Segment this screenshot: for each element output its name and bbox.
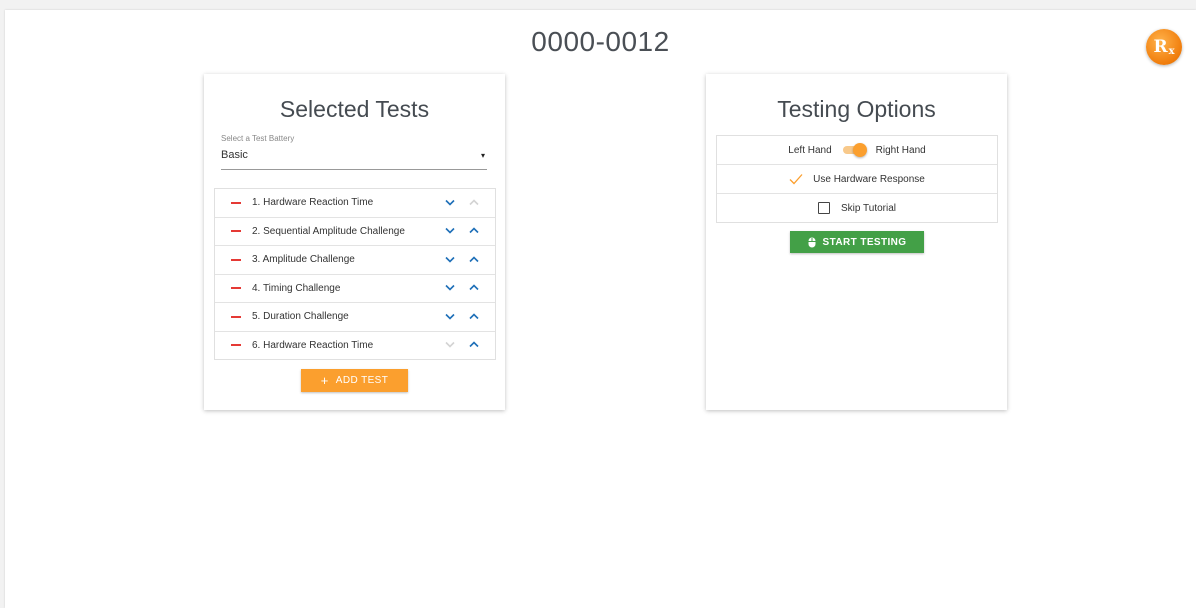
chevron-down-icon [445, 339, 455, 351]
remove-test-minus-icon[interactable] [231, 258, 241, 261]
plus-icon: + [320, 373, 329, 388]
remove-test-minus-icon[interactable] [231, 344, 241, 347]
test-label: 5. Duration Challenge [252, 311, 349, 323]
test-list: 1. Hardware Reaction Time 2. Sequential A… [214, 188, 496, 360]
chevron-up-icon[interactable] [469, 339, 479, 351]
battery-select-wrap: Select a Test Battery Basic ▾ [221, 134, 487, 170]
chevron-down-icon[interactable] [445, 253, 455, 265]
test-row: 1. Hardware Reaction Time [215, 189, 495, 218]
chevron-down-icon[interactable] [445, 310, 455, 322]
chevron-up-icon[interactable] [469, 253, 479, 265]
chevron-up-icon [469, 196, 479, 208]
rx-logo-text: R [1153, 37, 1168, 57]
test-row: 6. Hardware Reaction Time [215, 332, 495, 360]
start-testing-label: START TESTING [822, 236, 907, 248]
test-row: 3. Amplitude Challenge [215, 246, 495, 275]
battery-select-value: Basic [221, 149, 248, 161]
check-icon [789, 174, 803, 185]
test-label: 3. Amplitude Challenge [252, 254, 355, 266]
toggle-knob [852, 143, 867, 157]
test-label: 2. Sequential Amplitude Challenge [252, 225, 405, 237]
left-hand-label: Left Hand [788, 144, 832, 156]
test-label: 1. Hardware Reaction Time [252, 197, 374, 209]
mouse-icon [808, 237, 816, 247]
rx-logo[interactable]: Rx [1146, 29, 1182, 65]
testing-options-card: Testing Options Left Hand Right Hand Use… [706, 74, 1007, 410]
hardware-response-row[interactable]: Use Hardware Response [717, 165, 997, 194]
start-testing-button[interactable]: START TESTING [790, 231, 924, 253]
selected-tests-title: Selected Tests [279, 96, 430, 122]
remove-test-minus-icon[interactable] [231, 287, 241, 290]
battery-select-label: Select a Test Battery [221, 134, 295, 143]
chevron-up-icon[interactable] [469, 282, 479, 294]
test-row: 2. Sequential Amplitude Challenge [215, 218, 495, 246]
test-label: 4. Timing Challenge [252, 282, 341, 294]
chevron-down-icon: ▾ [480, 151, 485, 160]
skip-tutorial-label: Skip Tutorial [840, 202, 897, 214]
skip-tutorial-checkbox[interactable] [817, 202, 830, 214]
page-title: 0000-0012 [531, 26, 670, 57]
chevron-down-icon[interactable] [445, 282, 455, 294]
chevron-up-icon[interactable] [469, 310, 479, 322]
add-test-label: ADD TEST [335, 375, 389, 386]
add-test-button[interactable]: + ADD TEST [301, 369, 408, 392]
chevron-down-icon[interactable] [445, 225, 455, 237]
hardware-response-label: Use Hardware Response [813, 173, 925, 185]
skip-tutorial-row[interactable]: Skip Tutorial [717, 194, 997, 222]
hand-toggle[interactable] [842, 143, 867, 157]
chevron-down-icon[interactable] [445, 196, 455, 208]
rx-logo-sub: x [1168, 45, 1175, 57]
remove-test-minus-icon[interactable] [231, 230, 241, 233]
hand-toggle-row: Left Hand Right Hand [717, 136, 997, 165]
test-label: 6. Hardware Reaction Time [252, 339, 374, 351]
right-hand-label: Right Hand [875, 144, 926, 156]
remove-test-minus-icon[interactable] [231, 315, 241, 318]
testing-options-title: Testing Options [777, 96, 936, 122]
test-row: 5. Duration Challenge [215, 303, 495, 332]
remove-test-minus-icon[interactable] [231, 201, 241, 204]
battery-select[interactable]: Basic ▾ [221, 149, 487, 170]
chevron-up-icon[interactable] [469, 225, 479, 237]
main-page: 0000-0012 Rx Selected Tests Select a Tes… [5, 10, 1196, 608]
selected-tests-card: Selected Tests Select a Test Battery Bas… [204, 74, 505, 410]
test-row: 4. Timing Challenge [215, 275, 495, 303]
options-list: Left Hand Right Hand Use Hardware Respon… [716, 135, 998, 223]
